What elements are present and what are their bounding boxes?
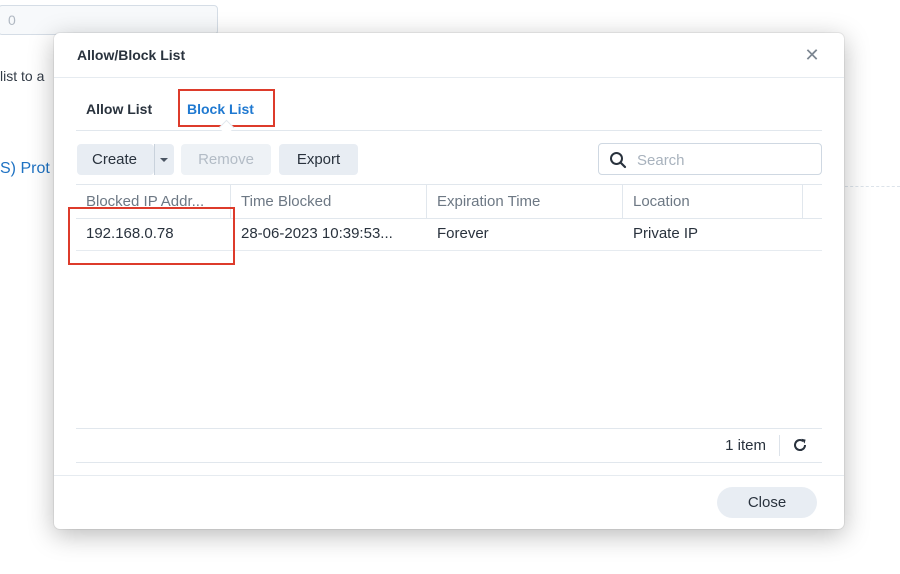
- active-tab-indicator: [218, 119, 235, 136]
- tab-block-list[interactable]: Block List: [187, 101, 254, 117]
- dialog-title: Allow/Block List: [77, 47, 186, 63]
- close-button[interactable]: Close: [717, 487, 817, 518]
- cell-expiration-time: Forever: [437, 225, 489, 242]
- export-button[interactable]: Export: [279, 144, 358, 175]
- cell-time-blocked: 28-06-2023 10:39:53...: [241, 225, 393, 242]
- remove-button[interactable]: Remove: [181, 144, 271, 175]
- background-input[interactable]: 0: [0, 5, 218, 35]
- search-icon: [610, 152, 627, 169]
- cell-blocked-ip: 192.168.0.78: [86, 225, 174, 242]
- allow-block-list-dialog: Allow/Block List ✕ Allow List Block List…: [54, 33, 844, 529]
- header-divider: [54, 77, 844, 78]
- table-footer: 1 item: [76, 428, 822, 463]
- create-dropdown-button[interactable]: [154, 144, 174, 175]
- search-box[interactable]: [598, 143, 822, 176]
- tab-allow-list[interactable]: Allow List: [86, 101, 152, 117]
- item-count: 1 item: [725, 437, 766, 454]
- block-list-table: Blocked IP Addr... Time Blocked Expirati…: [76, 184, 822, 460]
- table-header: Blocked IP Addr... Time Blocked Expirati…: [76, 184, 822, 219]
- column-header-location[interactable]: Location: [623, 185, 803, 218]
- column-header-expiration-time[interactable]: Expiration Time: [427, 185, 623, 218]
- create-button[interactable]: Create: [77, 144, 154, 175]
- close-icon[interactable]: ✕: [802, 45, 822, 65]
- chevron-down-icon: [160, 158, 168, 162]
- background-divider: [845, 186, 900, 187]
- refresh-icon[interactable]: [792, 437, 808, 453]
- table-row[interactable]: 192.168.0.78 28-06-2023 10:39:53... Fore…: [76, 218, 822, 251]
- cell-location: Private IP: [633, 225, 699, 242]
- background-text: list to a: [0, 68, 45, 84]
- background-link[interactable]: S) Prot: [0, 160, 50, 178]
- column-header-time-blocked[interactable]: Time Blocked: [231, 185, 427, 218]
- toolbar: Create Remove Export: [77, 143, 822, 176]
- column-header-blocked-ip[interactable]: Blocked IP Addr...: [76, 185, 231, 218]
- footer-separator: [54, 475, 844, 476]
- tab-bar: Allow List Block List: [76, 88, 822, 136]
- footer-divider: [779, 435, 780, 456]
- search-input[interactable]: [635, 144, 819, 176]
